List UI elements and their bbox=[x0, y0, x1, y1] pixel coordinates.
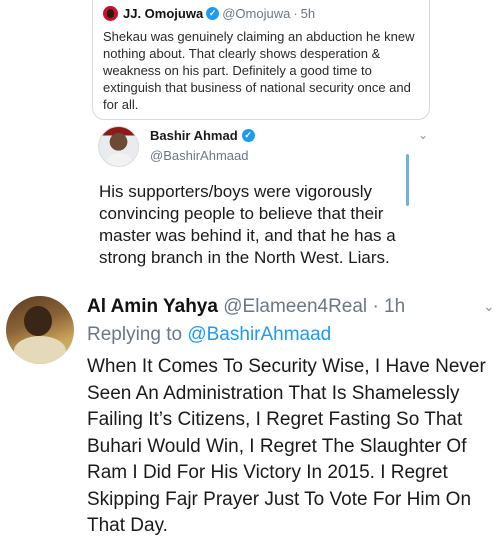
alamin-author-handle[interactable]: @Elameen4Real bbox=[223, 296, 367, 317]
verified-badge-icon: ✓ bbox=[241, 129, 255, 142]
verified-badge-icon: ✓ bbox=[206, 7, 220, 20]
bashir-tweet-text: His supporters/boys were vigorously conv… bbox=[99, 182, 396, 267]
quoted-tweet-text: Shekau was genuinely claiming an abducti… bbox=[103, 29, 415, 112]
quoted-tweet-header: JJ. Omojuwa ✓ @Omojuwa · 5h bbox=[103, 6, 315, 21]
alamin-separator: · bbox=[372, 296, 379, 317]
quoted-author-handle[interactable]: @Omojuwa bbox=[222, 6, 290, 21]
replying-to-prefix: Replying to bbox=[87, 324, 183, 345]
alamin-avatar[interactable] bbox=[6, 296, 74, 364]
quoted-tweet-card[interactable]: JJ. Omojuwa ✓ @Omojuwa · 5h Shekau was g… bbox=[92, 0, 430, 120]
quoted-avatar[interactable] bbox=[103, 6, 118, 21]
alamin-header: Al Amin Yahya @Elameen4Real · 1h bbox=[87, 296, 405, 318]
chevron-down-icon[interactable]: ⌄ bbox=[418, 128, 428, 142]
bashir-name-row: Bashir Ahmad ✓ bbox=[150, 128, 258, 143]
chevron-down-icon[interactable]: ⌄ bbox=[483, 298, 495, 315]
replying-to-line: Replying to @BashirAhmaad bbox=[87, 324, 331, 346]
quoted-separator: · bbox=[293, 6, 298, 21]
quoted-author-name[interactable]: JJ. Omojuwa bbox=[123, 6, 203, 21]
bashir-author-name[interactable]: Bashir Ahmad bbox=[150, 128, 238, 143]
alamin-author-name[interactable]: Al Amin Yahya bbox=[87, 296, 218, 317]
quoted-timestamp[interactable]: 5h bbox=[301, 6, 315, 21]
mention-link[interactable]: @BashirAhmaad bbox=[187, 324, 331, 345]
alamin-timestamp[interactable]: 1h bbox=[384, 296, 405, 317]
bashir-avatar[interactable] bbox=[98, 126, 139, 167]
alamin-tweet-text: When It Comes To Security Wise, I Have N… bbox=[87, 356, 486, 536]
bashir-author-handle[interactable]: @BashirAhmaad bbox=[150, 148, 248, 163]
